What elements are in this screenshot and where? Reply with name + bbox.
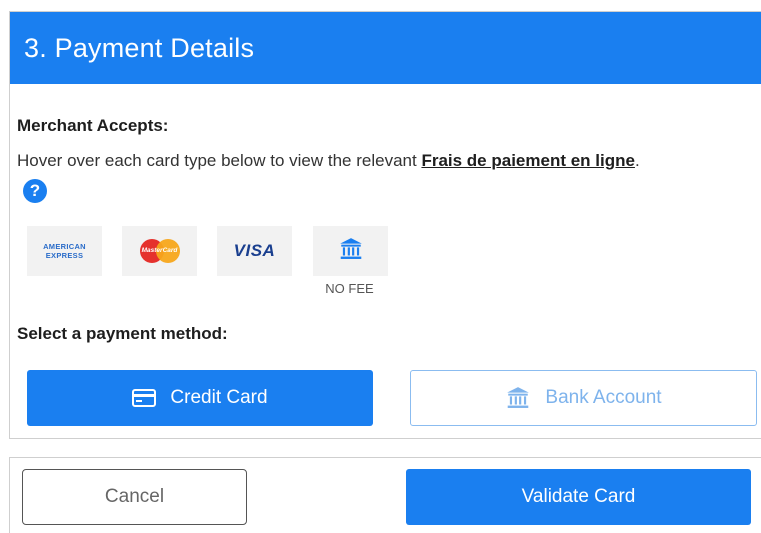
bank-icon: [505, 385, 531, 411]
bank-account-label: Bank Account: [545, 387, 662, 408]
amex-logo: AMERICAN EXPRESS: [43, 242, 86, 260]
credit-card-icon: [132, 389, 157, 407]
hover-instructions-suffix: .: [634, 151, 640, 170]
hover-instructions: Hover over each card type below to view …: [17, 151, 640, 171]
online-fee-link[interactable]: Frais de paiement en ligne: [421, 151, 635, 170]
bank-no-fee-note: NO FEE: [325, 281, 374, 296]
footer-divider: [9, 457, 761, 458]
footer-left-edge: [9, 457, 10, 533]
select-payment-method-label: Select a payment method:: [17, 324, 228, 343]
panel-header: 3. Payment Details: [10, 12, 761, 84]
page-title: 3. Payment Details: [24, 32, 255, 63]
validate-card-button[interactable]: Validate Card: [406, 469, 751, 525]
amex-logo-line2: EXPRESS: [45, 251, 84, 260]
bank-account-button[interactable]: Bank Account: [410, 370, 757, 426]
visa-logo: VISA: [233, 241, 276, 260]
merchant-accepts-label: Merchant Accepts:: [17, 116, 169, 135]
mastercard-logo-text: MasterCard: [141, 247, 178, 254]
bank-card[interactable]: [313, 226, 388, 276]
visa-card[interactable]: VISA: [217, 226, 292, 276]
hover-instructions-text: Hover over each card type below to view …: [17, 151, 422, 170]
credit-card-button[interactable]: Credit Card: [27, 370, 373, 426]
bank-icon: [338, 236, 364, 267]
amex-card[interactable]: AMERICAN EXPRESS: [27, 226, 102, 276]
mastercard-card[interactable]: MasterCard: [122, 226, 197, 276]
help-icon[interactable]: ?: [23, 179, 47, 203]
mastercard-logo: MasterCard: [138, 239, 182, 263]
amex-logo-line1: AMERICAN: [43, 242, 86, 251]
cancel-button[interactable]: Cancel: [22, 469, 247, 525]
credit-card-label: Credit Card: [170, 387, 268, 408]
